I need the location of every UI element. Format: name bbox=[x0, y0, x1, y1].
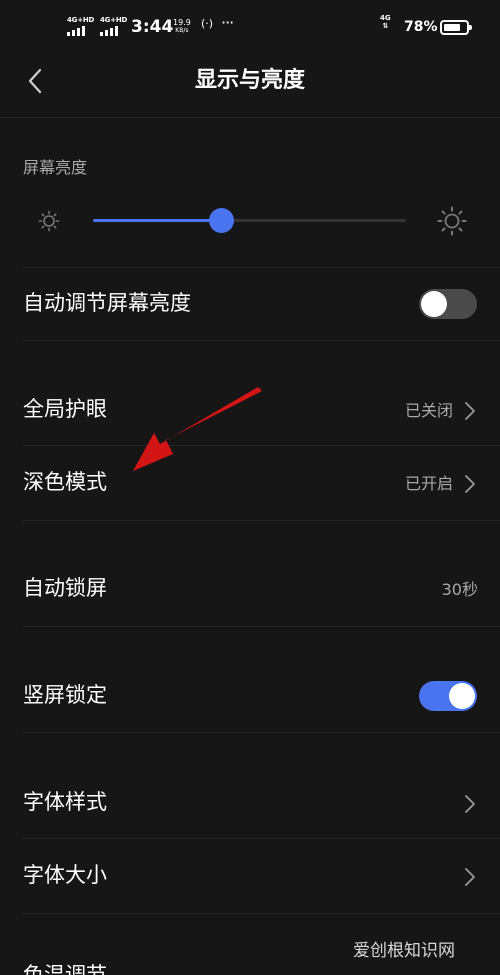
color-temperature-label[interactable]: 色温调节 bbox=[23, 960, 107, 975]
network-speed-unit: KB/s bbox=[175, 27, 189, 34]
hotspot-icon: (·) bbox=[201, 17, 214, 30]
network-type-sim2: 4G+HD bbox=[100, 16, 128, 24]
watermark: 爱创根知识网 bbox=[353, 941, 455, 961]
dark-mode-value: 已开启 bbox=[404, 474, 453, 493]
brightness-slider[interactable] bbox=[93, 208, 406, 233]
brightness-slider-thumb[interactable] bbox=[209, 208, 235, 233]
dark-mode-row[interactable]: 深色模式 已开启 bbox=[0, 447, 500, 519]
portrait-lock-row[interactable]: 竖屏锁定 bbox=[0, 660, 500, 732]
font-size-label: 字体大小 bbox=[23, 863, 107, 887]
font-size-row[interactable]: 字体大小 bbox=[0, 840, 500, 912]
auto-brightness-toggle[interactable] bbox=[419, 289, 477, 319]
status-bar: 4G+HD 4G+HD 3:44 19.9 KB/s (·) ··· 4G ⇅ 7… bbox=[0, 0, 500, 56]
header-bar: 显示与亮度 bbox=[0, 56, 500, 118]
eye-protection-value: 已关闭 bbox=[404, 401, 453, 420]
chevron-right-icon bbox=[465, 475, 475, 493]
eye-protection-row[interactable]: 全局护眼 已关闭 bbox=[0, 374, 500, 446]
battery-percentage: 78% bbox=[404, 19, 438, 35]
auto-brightness-label: 自动调节屏幕亮度 bbox=[23, 291, 191, 315]
battery-icon bbox=[440, 20, 472, 35]
divider bbox=[23, 445, 500, 446]
battery-fill bbox=[444, 24, 461, 31]
font-style-row[interactable]: 字体样式 bbox=[0, 767, 500, 839]
chevron-right-icon bbox=[465, 868, 475, 886]
divider bbox=[23, 838, 500, 839]
chevron-right-icon bbox=[465, 402, 475, 420]
mobile-data-icon: 4G ⇅ bbox=[380, 14, 391, 30]
auto-lock-label: 自动锁屏 bbox=[23, 576, 107, 600]
divider bbox=[23, 520, 500, 521]
brightness-slider-fill bbox=[93, 219, 222, 222]
auto-lock-value: 30秒 bbox=[441, 580, 478, 599]
signal-strength-sim1-icon: 4G+HD bbox=[67, 16, 94, 36]
clock: 3:44 bbox=[131, 17, 174, 37]
mobile-data-label: 4G bbox=[380, 14, 391, 22]
chevron-right-icon bbox=[465, 795, 475, 813]
network-speed: 19.9 KB/s bbox=[173, 18, 191, 34]
sun-large-icon bbox=[437, 206, 467, 236]
auto-brightness-row[interactable]: 自动调节屏幕亮度 bbox=[0, 268, 500, 340]
network-type-sim1: 4G+HD bbox=[67, 16, 95, 24]
divider bbox=[23, 913, 500, 914]
toggle-knob bbox=[421, 291, 447, 317]
sun-small-icon bbox=[38, 210, 60, 232]
portrait-lock-label: 竖屏锁定 bbox=[23, 683, 107, 707]
brightness-section-label: 屏幕亮度 bbox=[23, 158, 88, 177]
page-title: 显示与亮度 bbox=[194, 68, 305, 93]
divider bbox=[23, 626, 500, 627]
auto-lock-row[interactable]: 自动锁屏 30秒 bbox=[0, 553, 500, 625]
eye-protection-label: 全局护眼 bbox=[23, 397, 107, 421]
divider bbox=[23, 340, 500, 341]
signal-strength-sim2-icon: 4G+HD bbox=[100, 16, 127, 36]
network-speed-value: 19.9 bbox=[173, 18, 191, 27]
more-notifications-icon: ··· bbox=[221, 13, 234, 32]
dark-mode-label: 深色模式 bbox=[23, 470, 107, 494]
font-style-label: 字体样式 bbox=[23, 790, 107, 814]
portrait-lock-toggle[interactable] bbox=[419, 681, 477, 711]
divider bbox=[23, 732, 500, 733]
toggle-knob bbox=[449, 683, 475, 709]
